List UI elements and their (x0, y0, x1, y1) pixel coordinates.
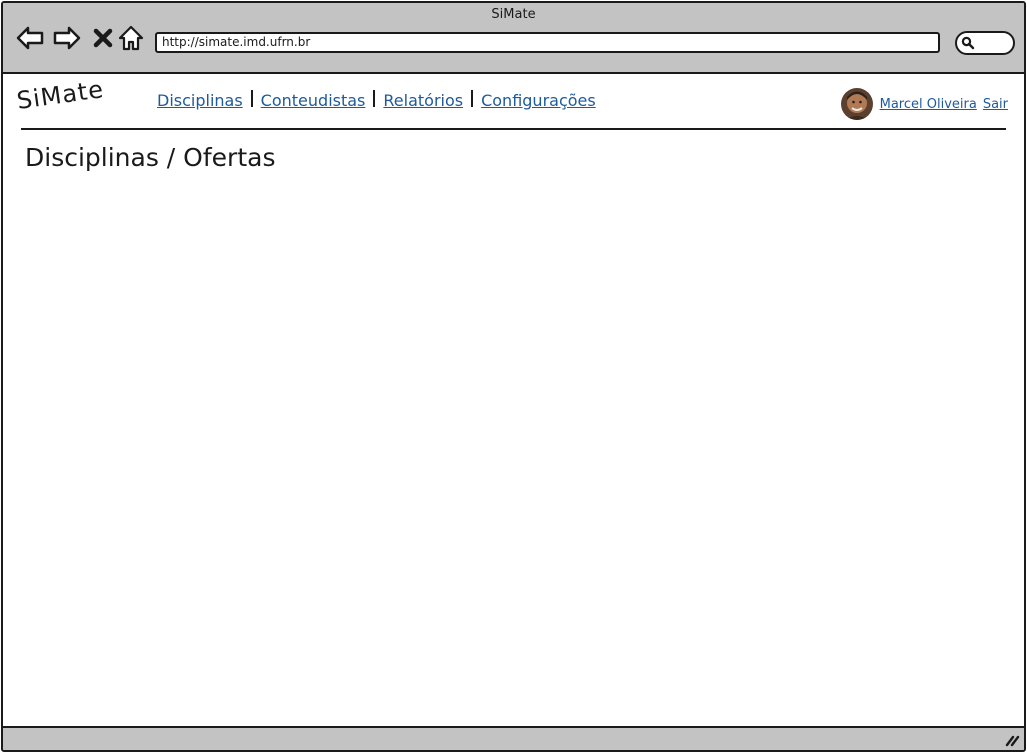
browser-chrome: SiMate http://simate.imd.ufrn.br (3, 3, 1024, 74)
address-bar[interactable]: http://simate.imd.ufrn.br (155, 32, 940, 53)
resize-grip-icon[interactable] (1004, 732, 1020, 748)
nav-separator (250, 90, 253, 107)
nav-separator (471, 90, 474, 107)
browser-search-field[interactable] (955, 31, 1015, 55)
home-icon[interactable] (116, 23, 146, 53)
stop-icon[interactable] (89, 23, 119, 53)
user-name-link[interactable]: Marcel Oliveira (880, 97, 977, 112)
search-icon (961, 36, 975, 50)
user-area: Marcel Oliveira Sair (840, 88, 1008, 120)
status-bar (3, 726, 1024, 750)
browser-window: SiMate http://simate.imd.ufrn.br SiMate … (1, 1, 1026, 752)
back-arrow-icon[interactable] (15, 23, 45, 53)
nav-item-conteudistas[interactable]: Conteudistas (261, 91, 366, 110)
nav-separator (373, 90, 376, 107)
page-title: Disciplinas / Ofertas (25, 143, 276, 172)
address-bar-url: http://simate.imd.ufrn.br (162, 35, 311, 49)
main-nav: Disciplinas Conteudistas Relatórios Conf… (157, 90, 596, 110)
nav-item-configuracoes[interactable]: Configurações (481, 91, 596, 110)
header-divider (21, 128, 1006, 130)
window-title: SiMate (491, 7, 536, 22)
app-logo[interactable]: SiMate (15, 75, 106, 115)
nav-item-relatorios[interactable]: Relatórios (383, 91, 463, 110)
logout-link[interactable]: Sair (983, 97, 1008, 112)
avatar (840, 88, 873, 120)
forward-arrow-icon[interactable] (52, 23, 82, 53)
nav-item-disciplinas[interactable]: Disciplinas (157, 91, 243, 110)
